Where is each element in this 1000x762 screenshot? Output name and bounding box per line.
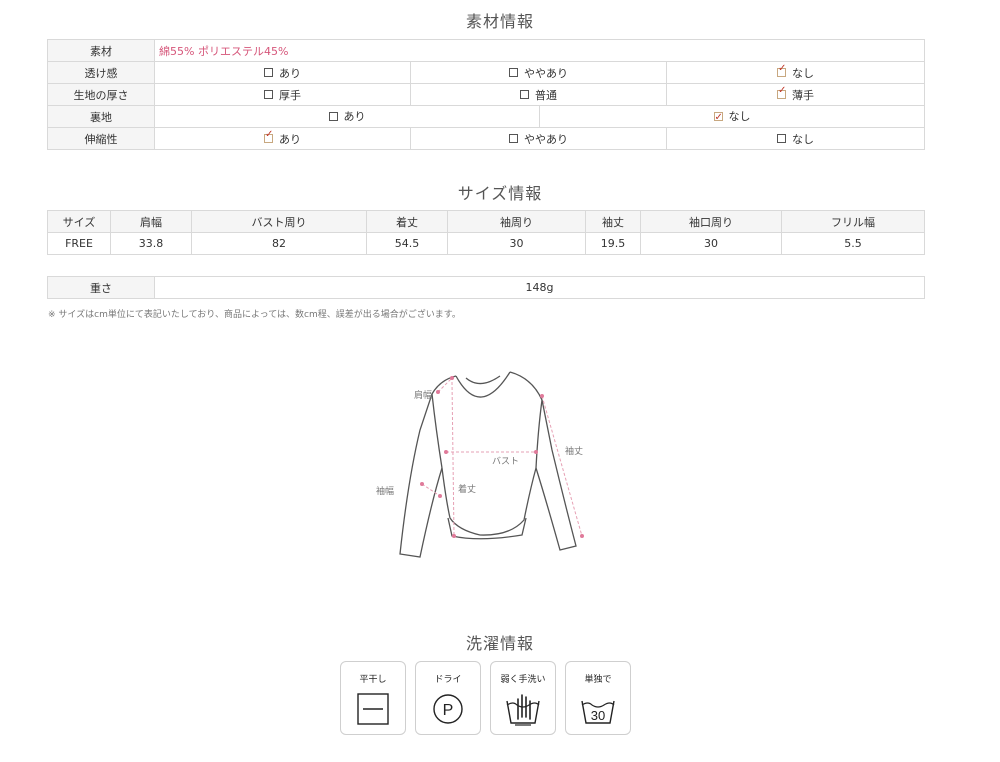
option-cell: あり: [154, 127, 411, 150]
care-item-wash-30: 単独で 30: [565, 661, 631, 735]
option-label: 薄手: [792, 88, 815, 102]
option-cell: 普通: [410, 83, 667, 106]
garment-measurement-diagram: 肩幅 バスト 着丈 袖幅 袖丈: [376, 360, 620, 570]
option-label: なし: [728, 110, 751, 123]
size-table: サイズ 肩幅 バスト周り 着丈 袖周り 袖丈 袖口周り フリル幅 FREE 33…: [47, 210, 925, 255]
diagram-label-sleeve-width: 袖幅: [376, 487, 395, 497]
care-label: 平干し: [359, 675, 387, 685]
care-label: ドライ: [434, 675, 462, 685]
size-cell: 30: [640, 232, 782, 255]
care-item-hand-wash: 弱く手洗い: [490, 661, 556, 735]
size-header: 袖口周り: [640, 210, 782, 233]
option-cell: あり: [155, 106, 541, 127]
size-value-row: FREE 33.8 82 54.5 30 19.5 30 5.5: [47, 232, 925, 255]
wash-temperature: 30: [591, 708, 605, 723]
flat-dry-icon: [357, 693, 389, 725]
size-header: フリル幅: [781, 210, 925, 233]
lining-row: 裏地 あり なし: [47, 105, 926, 128]
row-label-sheerness: 透け感: [47, 61, 155, 84]
lining-options: あり なし: [153, 105, 926, 128]
diagram-label-length: 着丈: [458, 485, 477, 495]
option-cell: なし: [540, 106, 924, 128]
checkbox-unchecked-icon: [509, 68, 518, 77]
checkbox-checked-icon: [264, 129, 273, 143]
row-label-material: 素材: [47, 39, 155, 62]
size-cell: 54.5: [366, 232, 448, 255]
care-icons: 平干し ドライ P 弱く手洗い 単独で 30: [340, 661, 632, 735]
care-item-dry-clean: ドライ P: [415, 661, 481, 735]
row-label-stretch: 伸縮性: [47, 127, 155, 150]
option-label: 普通: [535, 88, 557, 102]
material-section-title: 素材情報: [465, 12, 534, 31]
size-cell: 82: [191, 232, 367, 255]
checkbox-checked-icon: [713, 107, 723, 128]
option-label: あり: [343, 110, 366, 123]
dry-clean-p-icon: P: [433, 694, 463, 724]
size-header: バスト周り: [191, 210, 367, 233]
checkbox-checked-icon: [777, 63, 786, 77]
option-label: なし: [792, 66, 815, 80]
checkbox-unchecked-icon: [264, 90, 273, 99]
weight-label: 重さ: [47, 276, 155, 299]
option-cell: なし: [665, 127, 926, 150]
size-cell: 30: [447, 232, 586, 255]
option-cell: ややあり: [410, 61, 667, 84]
care-item-flat-dry: 平干し: [340, 661, 406, 735]
checkbox-unchecked-icon: [328, 111, 338, 121]
size-cell: 5.5: [781, 232, 925, 255]
weight-table: 重さ 148g: [47, 276, 925, 299]
option-label: あり: [279, 66, 301, 80]
size-section-title: サイズ情報: [457, 184, 543, 203]
row-label-lining: 裏地: [47, 105, 155, 128]
diagram-label-sleeve-length: 袖丈: [565, 447, 584, 457]
option-cell: なし: [665, 61, 926, 84]
size-header: 袖周り: [447, 210, 586, 233]
care-section-title: 洗濯情報: [465, 634, 534, 653]
size-header: 着丈: [366, 210, 448, 233]
option-label: なし: [792, 132, 815, 146]
size-cell: FREE: [47, 232, 111, 255]
option-cell: 厚手: [154, 83, 411, 106]
material-composition: 綿55% ポリエステル45%: [153, 39, 926, 62]
material-table: 素材 綿55% ポリエステル45% 透け感 あり ややあり なし 生地の厚さ 厚…: [47, 39, 926, 150]
checkbox-unchecked-icon: [264, 68, 273, 77]
weight-row: 重さ 148g: [47, 276, 925, 299]
option-cell: ややあり: [410, 127, 667, 150]
checkbox-unchecked-icon: [777, 134, 787, 143]
option-cell: 薄手: [665, 83, 926, 106]
diagram-label-bust: バスト: [492, 457, 520, 467]
material-row: 素材 綿55% ポリエステル45%: [47, 39, 926, 62]
size-cell: 19.5: [585, 232, 641, 255]
size-header: サイズ: [47, 210, 111, 233]
wash-30-icon: 30: [581, 700, 615, 724]
size-cell: 33.8: [110, 232, 192, 255]
care-label: 単独で: [584, 675, 612, 685]
option-label: ややあり: [524, 132, 568, 146]
option-cell: あり: [154, 61, 411, 84]
size-note: ※ サイズはcm単位にて表記いたしており、商品によっては、数cm程、誤差が出る場…: [48, 310, 461, 320]
size-header: 肩幅: [110, 210, 192, 233]
weight-value: 148g: [154, 276, 925, 299]
diagram-label-shoulder: 肩幅: [414, 391, 433, 401]
row-label-thickness: 生地の厚さ: [47, 83, 155, 106]
thickness-row: 生地の厚さ 厚手 普通 薄手: [47, 83, 926, 106]
checkbox-checked-icon: [777, 85, 786, 99]
hand-wash-icon: [506, 694, 540, 726]
option-label: あり: [279, 132, 301, 146]
stretch-row: 伸縮性 あり ややあり なし: [47, 127, 926, 150]
option-label: ややあり: [524, 66, 568, 80]
dry-clean-symbol: P: [443, 702, 454, 719]
sheerness-row: 透け感 あり ややあり なし: [47, 61, 926, 84]
option-label: 厚手: [279, 88, 301, 102]
size-header-row: サイズ 肩幅 バスト周り 着丈 袖周り 袖丈 袖口周り フリル幅: [47, 210, 925, 233]
care-label: 弱く手洗い: [500, 675, 546, 685]
checkbox-unchecked-icon: [520, 90, 529, 99]
size-header: 袖丈: [585, 210, 641, 233]
checkbox-unchecked-icon: [509, 134, 518, 143]
